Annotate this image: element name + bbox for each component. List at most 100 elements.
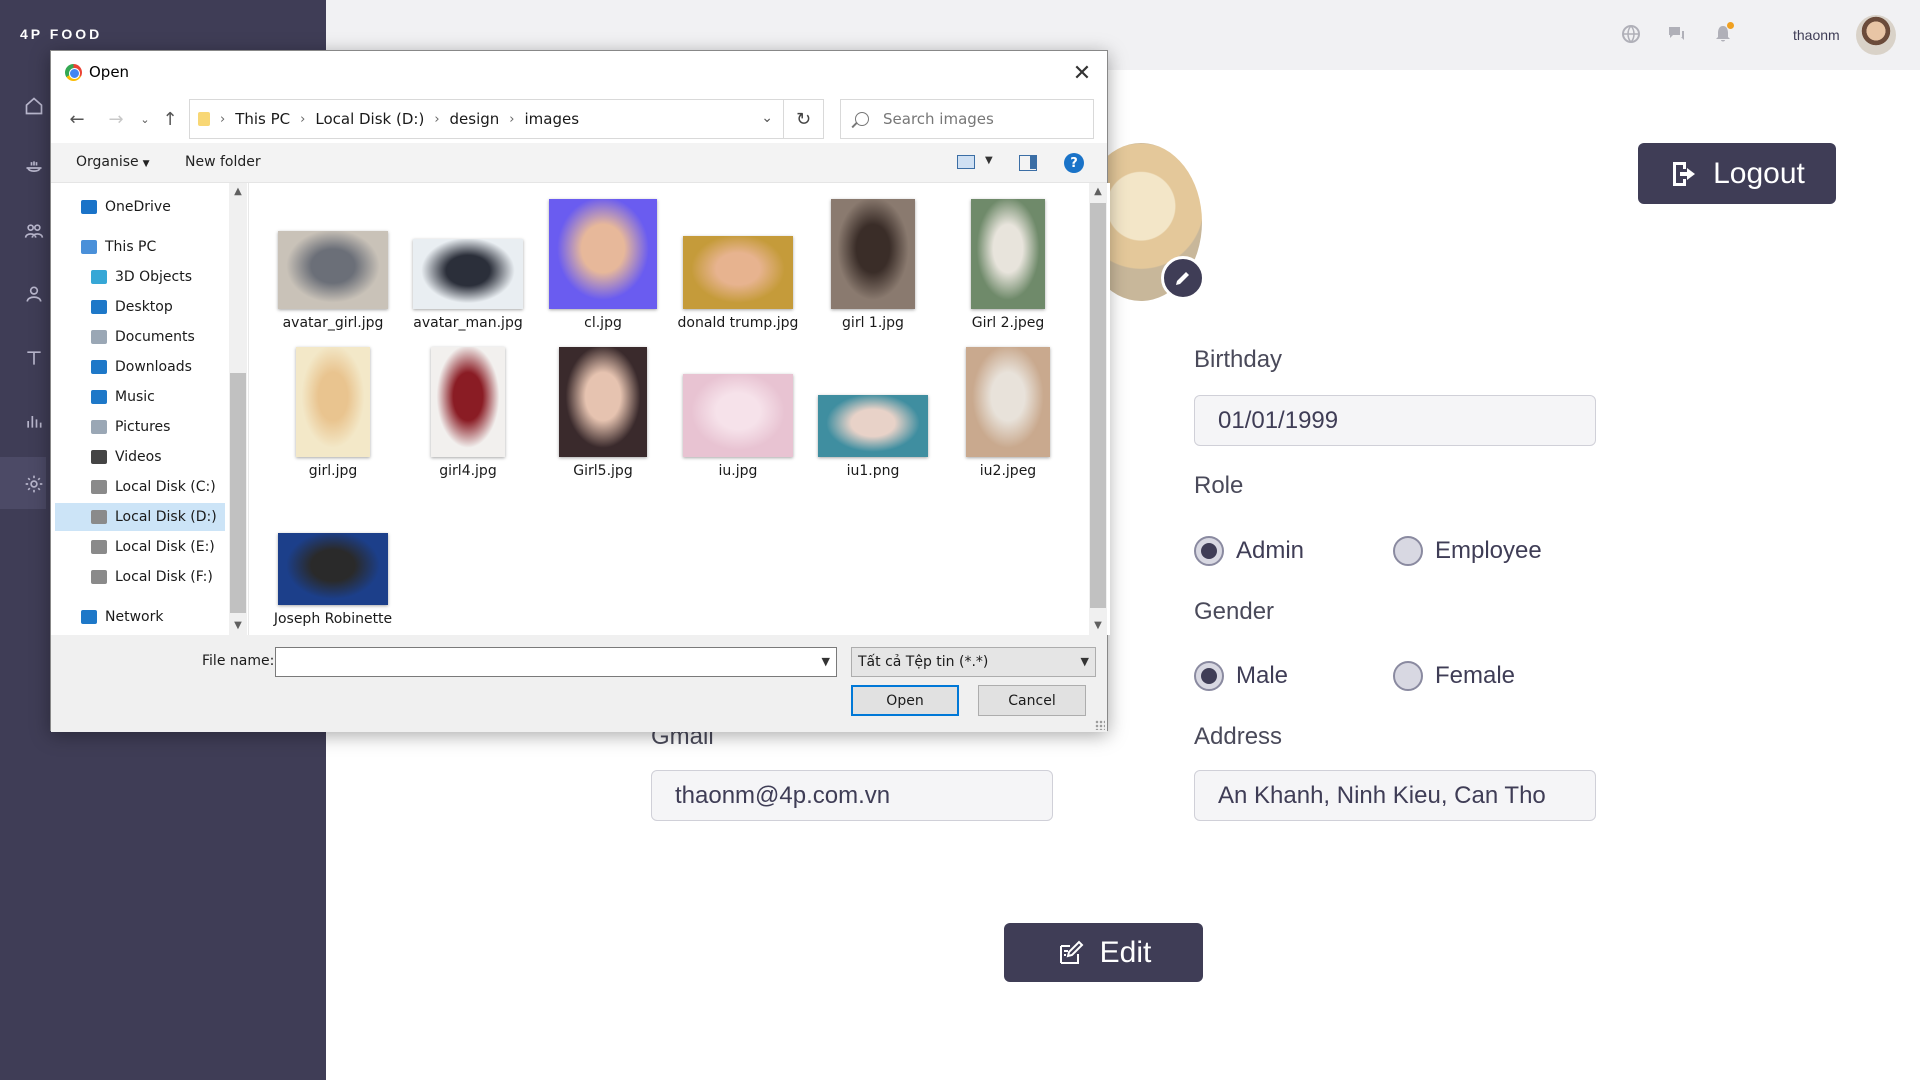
file-item[interactable]: avatar_girl.jpg bbox=[268, 197, 398, 333]
breadcrumb-images[interactable]: images bbox=[524, 110, 579, 128]
image-thumbnail bbox=[431, 347, 505, 457]
resize-grip-icon[interactable] bbox=[1095, 720, 1105, 730]
username-label[interactable]: thaonm bbox=[1793, 27, 1840, 43]
address-bar[interactable]: › This PC › Local Disk (D:) › design › i… bbox=[189, 99, 784, 139]
back-button[interactable]: ← bbox=[65, 107, 89, 131]
image-thumbnail bbox=[549, 199, 657, 309]
nav-item-pictures[interactable]: Pictures bbox=[55, 413, 225, 441]
file-item[interactable]: Girl 2.jpeg bbox=[943, 197, 1073, 333]
edit-button[interactable]: Edit bbox=[1004, 923, 1203, 982]
refresh-button[interactable]: ↻ bbox=[784, 99, 824, 139]
view-options-caret-icon[interactable]: ▼ bbox=[985, 155, 993, 166]
onedrive-icon bbox=[81, 200, 97, 214]
logout-button[interactable]: Logout bbox=[1638, 143, 1836, 204]
birthday-field[interactable]: 01/01/1999 bbox=[1194, 395, 1596, 446]
chevron-down-icon[interactable]: ▼ bbox=[822, 655, 830, 668]
food-icon[interactable] bbox=[22, 156, 46, 180]
avatar-edit-button[interactable] bbox=[1161, 256, 1205, 300]
scroll-down-icon[interactable]: ▼ bbox=[230, 620, 246, 631]
nav-item-label: Documents bbox=[115, 329, 195, 345]
nav-item-3d-objects[interactable]: 3D Objects bbox=[55, 263, 225, 291]
dialog-titlebar[interactable]: Open ✕ bbox=[51, 51, 1107, 95]
scroll-up-icon[interactable]: ▲ bbox=[230, 186, 246, 197]
chat-icon[interactable] bbox=[1667, 24, 1687, 44]
radio-checked-icon bbox=[1194, 536, 1224, 566]
files-scrollbar[interactable]: ▲ ▼ bbox=[1089, 183, 1107, 635]
breadcrumb-design[interactable]: design bbox=[450, 110, 500, 128]
gmail-field[interactable]: thaonm@4p.com.vn bbox=[651, 770, 1053, 821]
settings-icon[interactable] bbox=[22, 472, 46, 496]
nav-item-local-disk-d[interactable]: Local Disk (D:) bbox=[55, 503, 225, 531]
globe-icon[interactable] bbox=[1621, 24, 1641, 44]
nav-item-onedrive[interactable]: OneDrive bbox=[55, 193, 225, 221]
view-mode-icon[interactable] bbox=[957, 155, 975, 169]
nav-item-desktop[interactable]: Desktop bbox=[55, 293, 225, 321]
dialog-title: Open bbox=[89, 63, 130, 81]
videos-icon bbox=[91, 450, 107, 464]
nav-scrollbar[interactable]: ▲ ▼ bbox=[229, 183, 247, 635]
nav-item-network[interactable]: Network bbox=[55, 603, 225, 631]
help-icon[interactable]: ? bbox=[1064, 153, 1084, 173]
nav-item-local-disk-c[interactable]: Local Disk (C:) bbox=[55, 473, 225, 501]
chevron-down-icon[interactable]: ⌄ bbox=[761, 110, 773, 126]
logout-label: Logout bbox=[1713, 156, 1805, 190]
avatar[interactable] bbox=[1856, 15, 1896, 55]
file-item[interactable]: iu.jpg bbox=[673, 345, 803, 481]
role-employee-radio[interactable]: Employee bbox=[1393, 536, 1542, 566]
file-name-input[interactable]: ▼ bbox=[275, 647, 837, 677]
path-separator-icon: › bbox=[434, 111, 440, 127]
up-button[interactable]: ↑ bbox=[158, 107, 182, 131]
address-field[interactable]: An Khanh, Ninh Kieu, Can Tho bbox=[1194, 770, 1596, 821]
scroll-down-icon[interactable]: ▼ bbox=[1090, 620, 1106, 631]
folder-icon bbox=[198, 112, 210, 126]
chart-icon[interactable] bbox=[22, 409, 46, 433]
nav-item-videos[interactable]: Videos bbox=[55, 443, 225, 471]
role-admin-radio[interactable]: Admin bbox=[1194, 536, 1304, 566]
nav-item-this-pc[interactable]: This PC bbox=[55, 233, 225, 261]
gender-female-radio[interactable]: Female bbox=[1393, 661, 1515, 691]
file-item[interactable]: girl 1.jpg bbox=[808, 197, 938, 333]
path-separator-icon: › bbox=[509, 111, 515, 127]
breadcrumb-this-pc[interactable]: This PC bbox=[235, 110, 290, 128]
nav-item-local-disk-e[interactable]: Local Disk (E:) bbox=[55, 533, 225, 561]
nav-scroll-thumb[interactable] bbox=[230, 373, 246, 613]
close-button[interactable]: ✕ bbox=[1069, 60, 1095, 86]
file-type-select[interactable]: Tất cả Tệp tin (*.*) ▼ bbox=[851, 647, 1096, 677]
file-name: donald trump.jpg bbox=[677, 315, 799, 331]
nav-item-downloads[interactable]: Downloads bbox=[55, 353, 225, 381]
user-icon[interactable] bbox=[22, 282, 46, 306]
file-item[interactable]: donald trump.jpg bbox=[673, 197, 803, 333]
gender-male-label: Male bbox=[1236, 662, 1289, 689]
preview-pane-icon[interactable] bbox=[1019, 155, 1037, 171]
dialog-navbar: ← → ⌄ ↑ › This PC › Local Disk (D:) › de… bbox=[51, 95, 1107, 143]
file-item[interactable]: girl.jpg bbox=[268, 345, 398, 481]
edit-icon bbox=[1059, 940, 1084, 964]
new-folder-button[interactable]: New folder bbox=[185, 154, 261, 170]
open-button[interactable]: Open bbox=[851, 685, 959, 716]
nav-item-local-disk-f[interactable]: Local Disk (F:) bbox=[55, 563, 225, 591]
recent-locations-button[interactable]: ⌄ bbox=[133, 107, 157, 131]
gender-male-radio[interactable]: Male bbox=[1194, 661, 1288, 691]
nav-item-music[interactable]: Music bbox=[55, 383, 225, 411]
breadcrumb-local-disk-d[interactable]: Local Disk (D:) bbox=[315, 110, 424, 128]
file-item[interactable]: avatar_man.jpg bbox=[403, 197, 533, 333]
search-input[interactable]: Search images bbox=[840, 99, 1094, 139]
files-scroll-thumb[interactable] bbox=[1090, 203, 1106, 608]
forward-button[interactable]: → bbox=[104, 107, 128, 131]
arrow-up-icon: ↑ bbox=[162, 108, 178, 130]
file-item[interactable]: Girl5.jpg bbox=[538, 345, 668, 481]
file-item[interactable]: cl.jpg bbox=[538, 197, 668, 333]
birthday-label: Birthday bbox=[1194, 346, 1283, 373]
cancel-button[interactable]: Cancel bbox=[978, 685, 1086, 716]
home-icon[interactable] bbox=[22, 94, 46, 118]
nav-item-documents[interactable]: Documents bbox=[55, 323, 225, 351]
file-item[interactable]: iu1.png bbox=[808, 345, 938, 481]
role-label: Role bbox=[1194, 472, 1244, 499]
users-icon[interactable] bbox=[22, 219, 46, 243]
text-icon[interactable] bbox=[22, 346, 46, 370]
file-item[interactable]: iu2.jpeg bbox=[943, 345, 1073, 481]
scroll-up-icon[interactable]: ▲ bbox=[1090, 186, 1106, 197]
file-item[interactable]: Joseph Robinette bbox=[268, 493, 398, 629]
organise-menu[interactable]: Organise ▼ bbox=[76, 154, 150, 170]
file-item[interactable]: girl4.jpg bbox=[403, 345, 533, 481]
